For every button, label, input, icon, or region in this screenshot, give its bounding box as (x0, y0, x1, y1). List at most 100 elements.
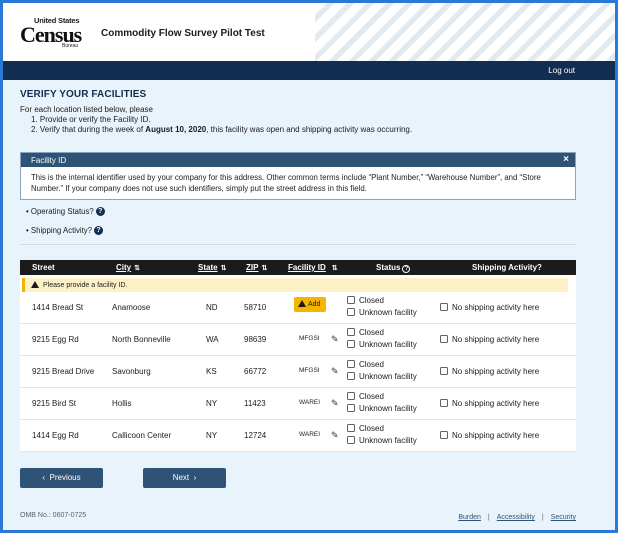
no-shipping-option[interactable]: No shipping activity here (440, 399, 539, 408)
unknown-checkbox[interactable] (347, 436, 355, 444)
question-icon[interactable]: ? (94, 226, 104, 236)
sort-icon: ⇅ (134, 265, 140, 272)
table-row: 9215 Bread Drive Savonburg KS 66772 MFGS… (20, 356, 576, 388)
no-shipping-checkbox[interactable] (440, 399, 448, 407)
cell-state: NY (206, 399, 218, 408)
table-row: 9215 Egg Rd North Bonneville WA 98639 MF… (20, 324, 576, 356)
question-icon[interactable]: ? (95, 207, 105, 217)
col-city-sort[interactable]: City ⇅ (116, 263, 140, 272)
no-shipping-option[interactable]: No shipping activity here (440, 303, 539, 312)
no-shipping-option[interactable]: No shipping activity here (440, 367, 539, 376)
closed-option[interactable]: Closed (347, 424, 384, 433)
cell-city: Anamoose (112, 303, 151, 312)
pencil-icon[interactable]: ✎ (331, 334, 339, 345)
col-zip-sort[interactable]: ZIP ⇅ (246, 263, 267, 272)
closed-checkbox[interactable] (347, 424, 355, 432)
no-shipping-label: No shipping activity here (452, 367, 540, 376)
no-shipping-option[interactable]: No shipping activity here (440, 431, 539, 440)
cell-zip: 66772 (244, 367, 267, 376)
col-state: State (198, 263, 218, 272)
closed-option[interactable]: Closed (347, 296, 384, 305)
unknown-checkbox[interactable] (347, 404, 355, 412)
no-shipping-label: No shipping activity here (452, 303, 540, 312)
no-shipping-checkbox[interactable] (440, 335, 448, 343)
cell-street: 1414 Bread St (32, 303, 84, 312)
intro-line: For each location listed below, please (20, 105, 153, 114)
cell-state: NY (206, 431, 218, 440)
unknown-checkbox[interactable] (347, 372, 355, 380)
link-separator: | (487, 514, 490, 521)
logout-link[interactable]: Log out (548, 66, 575, 75)
closed-checkbox[interactable] (347, 392, 355, 400)
closed-checkbox[interactable] (347, 360, 355, 368)
col-facility-id-sort[interactable]: Facility ID ⇅ (288, 263, 338, 272)
question-icon[interactable]: ? (402, 265, 411, 273)
unknown-option[interactable]: Unknown facility (347, 436, 417, 445)
cell-street: 9215 Bread Drive (32, 367, 95, 376)
chevron-left-icon: ‹ (42, 473, 46, 482)
col-zip: ZIP (246, 263, 259, 272)
cell-facility-id: MFGSI (299, 367, 320, 374)
table-header: Street City ⇅ State ⇅ ZIP ⇅ Facility ID ⇅ St… (20, 260, 576, 275)
facility-id-info-title: Facility ID (31, 156, 67, 165)
col-city: City (116, 263, 132, 272)
cell-street: 1414 Egg Rd (32, 431, 79, 440)
burden-link[interactable]: Burden (458, 514, 481, 521)
unknown-label: Unknown facility (359, 308, 417, 317)
closed-option[interactable]: Closed (347, 328, 384, 337)
no-shipping-label: No shipping activity here (452, 399, 540, 408)
col-shipping: Shipping Activity? (472, 263, 542, 272)
pencil-icon[interactable]: ✎ (331, 398, 339, 409)
col-status-label: Status (376, 263, 401, 272)
close-icon[interactable]: × (563, 154, 569, 165)
instruction-step-1: 1. Provide or verify the Facility ID. (31, 115, 151, 124)
operating-status-help[interactable]: • Operating Status?? (26, 207, 105, 217)
accessibility-link[interactable]: Accessibility (497, 514, 535, 521)
next-button[interactable]: Next › (143, 468, 226, 488)
next-label: Next (172, 473, 190, 482)
step2-prefix: 2. Verify that during the week of (31, 125, 146, 134)
page-title: VERIFY YOUR FACILITIES (20, 89, 147, 100)
cell-city: North Bonneville (112, 335, 171, 344)
table-row: 9215 Bird St Hollis NY 11423 WAREI ✎ Clo… (20, 388, 576, 420)
previous-button[interactable]: ‹ Previous (20, 468, 103, 488)
no-shipping-option[interactable]: No shipping activity here (440, 335, 539, 344)
no-shipping-checkbox[interactable] (440, 431, 448, 439)
no-shipping-label: No shipping activity here (452, 431, 540, 440)
unknown-label: Unknown facility (359, 372, 417, 381)
sort-icon: ⇅ (331, 265, 338, 272)
site-header: United States Census Bureau Commodity Fl… (3, 3, 615, 61)
add-facility-id-button[interactable]: Add (294, 297, 326, 312)
pencil-icon[interactable]: ✎ (331, 430, 339, 441)
unknown-option[interactable]: Unknown facility (347, 340, 417, 349)
cell-zip: 11423 (244, 399, 266, 408)
cell-city: Callicoon Center (112, 431, 172, 440)
security-link[interactable]: Security (551, 514, 576, 521)
cell-facility-id: WAREI (299, 399, 321, 406)
unknown-option[interactable]: Unknown facility (347, 404, 417, 413)
unknown-checkbox[interactable] (347, 340, 355, 348)
unknown-option[interactable]: Unknown facility (347, 372, 417, 381)
no-shipping-checkbox[interactable] (440, 303, 448, 311)
unknown-label: Unknown facility (359, 436, 417, 445)
previous-label: Previous (49, 473, 81, 482)
omb-number: OMB No.: 0607-0725 (20, 512, 87, 519)
divider (20, 244, 576, 245)
closed-checkbox[interactable] (347, 328, 355, 336)
pencil-icon[interactable]: ✎ (331, 366, 339, 377)
cell-state: ND (206, 303, 218, 312)
no-shipping-checkbox[interactable] (440, 367, 448, 375)
unknown-label: Unknown facility (359, 340, 417, 349)
unknown-checkbox[interactable] (347, 308, 355, 316)
cell-facility-id: MFGSI (299, 335, 320, 342)
closed-label: Closed (359, 296, 384, 305)
closed-checkbox[interactable] (347, 296, 355, 304)
unknown-option[interactable]: Unknown facility (347, 308, 417, 317)
shipping-activity-help[interactable]: • Shipping Activity?? (26, 226, 104, 236)
col-state-sort[interactable]: State ⇅ (198, 263, 226, 272)
page-frame: United States Census Bureau Commodity Fl… (3, 3, 615, 530)
closed-option[interactable]: Closed (347, 360, 384, 369)
closed-option[interactable]: Closed (347, 392, 384, 401)
instruction-step-2: 2. Verify that during the week of August… (31, 125, 576, 135)
sort-icon: ⇅ (261, 265, 268, 272)
